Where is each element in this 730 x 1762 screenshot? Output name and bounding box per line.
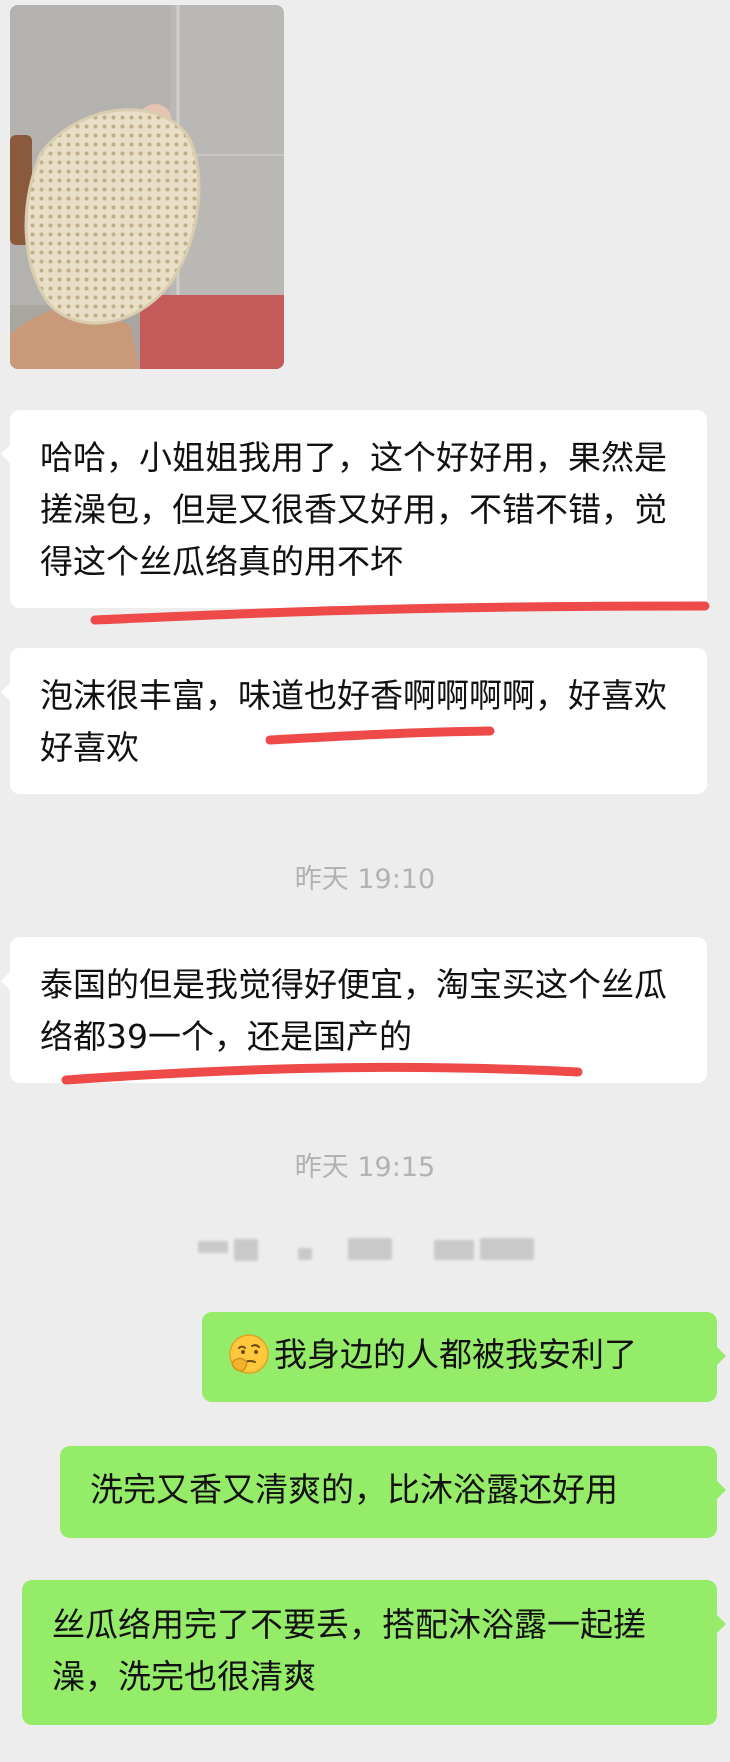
loofah-photo <box>10 5 284 369</box>
timestamp: 昨天 19:10 <box>294 864 436 895</box>
outgoing-message-1[interactable]: 我身边的人都被我安利了 <box>202 1312 726 1402</box>
outgoing-message-2[interactable]: 洗完又香又清爽的，比沐浴露还好用 <box>60 1446 726 1538</box>
incoming-message-3[interactable]: 泰国的但是我觉得好便宜，淘宝买这个丝瓜络都39一个，还是国产的 <box>1 937 707 1083</box>
message-text: 泡沫很丰富，味道也好香啊啊啊啊，好喜欢好喜欢 <box>40 676 667 767</box>
timestamp: 昨天 19:15 <box>294 1152 436 1183</box>
incoming-message-1[interactable]: 哈哈，小姐姐我用了，这个好好用，果然是搓澡包，但是又很香又好用，不错不错，觉得这… <box>1 410 707 608</box>
incoming-message-2[interactable]: 泡沫很丰富，味道也好香啊啊啊啊，好喜欢好喜欢 <box>1 648 707 794</box>
photo-message[interactable] <box>10 5 284 369</box>
message-text: 洗完又香又清爽的，比沐浴露还好用 <box>90 1470 618 1509</box>
outgoing-message-3[interactable]: 丝瓜络用完了不要丢，搭配沐浴露一起搓澡，洗完也很清爽 <box>22 1580 726 1725</box>
message-text: 泰国的但是我觉得好便宜，淘宝买这个丝瓜络都39一个，还是国产的 <box>40 965 667 1056</box>
blurred-text <box>198 1236 558 1262</box>
thinking-face-icon <box>228 1333 270 1390</box>
message-text: 我身边的人都被我安利了 <box>274 1335 637 1374</box>
message-text: 哈哈，小姐姐我用了，这个好好用，果然是搓澡包，但是又很香又好用，不错不错，觉得这… <box>40 438 667 581</box>
message-text: 丝瓜络用完了不要丢，搭配沐浴露一起搓澡，洗完也很清爽 <box>52 1605 646 1696</box>
